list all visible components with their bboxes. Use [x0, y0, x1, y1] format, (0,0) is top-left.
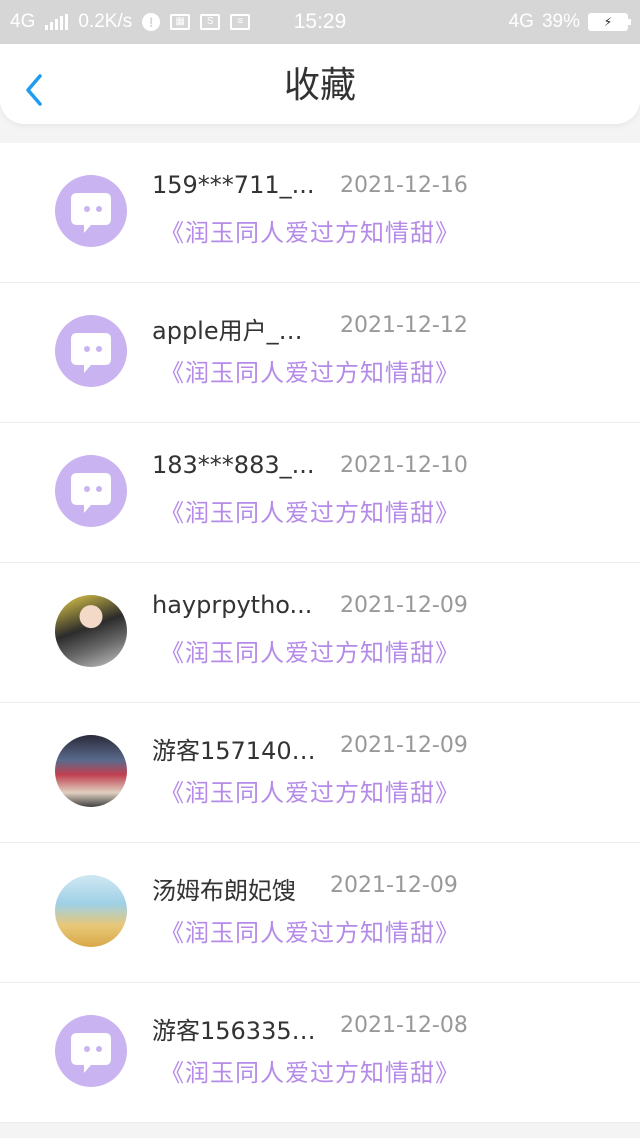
avatar-photo	[55, 595, 127, 667]
chat-bubble-icon	[71, 1033, 111, 1073]
battery-icon: ⚡	[588, 13, 631, 31]
user-name: 游客156335…	[152, 1017, 316, 1045]
nav-header: 收藏	[0, 44, 640, 124]
novel-title[interactable]: 《润玉同人爱过方知情甜》	[160, 633, 460, 668]
network-label-right: 4G	[508, 11, 534, 32]
chat-bubble-icon	[71, 333, 111, 373]
list-item[interactable]: 游客156335… 2021-12-08 《润玉同人爱过方知情甜》	[0, 983, 640, 1123]
novel-title[interactable]: 《润玉同人爱过方知情甜》	[160, 913, 460, 948]
user-name: 游客157140…	[152, 737, 316, 765]
novel-title[interactable]: 《润玉同人爱过方知情甜》	[160, 213, 460, 248]
battery-percent: 39%	[541, 11, 580, 32]
page-title: 收藏	[283, 65, 356, 106]
user-name: hayprpytho...	[152, 591, 313, 619]
list-item[interactable]: apple用户_… 2021-12-12 《润玉同人爱过方知情甜》	[0, 283, 640, 423]
novel-title[interactable]: 《润玉同人爱过方知情甜》	[160, 1053, 460, 1088]
user-name: 183***883_...	[152, 451, 315, 479]
list-item[interactable]: 汤姆布朗妃馊 2021-12-09 《润玉同人爱过方知情甜》	[0, 843, 640, 983]
user-name: 159***711_...	[152, 171, 315, 199]
chat-bubble-icon	[71, 193, 111, 233]
novel-title[interactable]: 《润玉同人爱过方知情甜》	[160, 353, 460, 388]
chat-bubble-icon	[71, 473, 111, 513]
novel-title[interactable]: 《润玉同人爱过方知情甜》	[160, 493, 460, 528]
favorite-date: 2021-12-16	[340, 173, 468, 198]
avatar-default	[55, 1015, 127, 1087]
favorite-date: 2021-12-10	[340, 453, 468, 478]
status-bar: 4G 0.2K/s ! ▦ S ≡ 15:29 4G 39% ⚡	[0, 0, 640, 44]
status-right: 4G 39% ⚡	[508, 8, 631, 36]
avatar-photo	[55, 875, 127, 947]
novel-title[interactable]: 《润玉同人爱过方知情甜》	[160, 773, 460, 808]
avatar-default	[55, 455, 127, 527]
list-item[interactable]: 159***711_... 2021-12-16 《润玉同人爱过方知情甜》	[0, 143, 640, 283]
favorite-date: 2021-12-12	[340, 313, 468, 338]
avatar-photo	[55, 735, 127, 807]
avatar-default	[55, 175, 127, 247]
favorite-date: 2021-12-09	[340, 593, 468, 618]
favorites-list: 159***711_... 2021-12-16 《润玉同人爱过方知情甜》 ap…	[0, 143, 640, 1123]
avatar-default	[55, 315, 127, 387]
favorite-date: 2021-12-09	[330, 873, 458, 898]
list-item[interactable]: hayprpytho... 2021-12-09 《润玉同人爱过方知情甜》	[0, 563, 640, 703]
user-name: 汤姆布朗妃馊	[152, 877, 296, 905]
user-name: apple用户_…	[152, 317, 303, 345]
favorite-date: 2021-12-09	[340, 733, 468, 758]
favorite-date: 2021-12-08	[340, 1013, 468, 1038]
list-item[interactable]: 183***883_... 2021-12-10 《润玉同人爱过方知情甜》	[0, 423, 640, 563]
list-item[interactable]: 游客157140… 2021-12-09 《润玉同人爱过方知情甜》	[0, 703, 640, 843]
